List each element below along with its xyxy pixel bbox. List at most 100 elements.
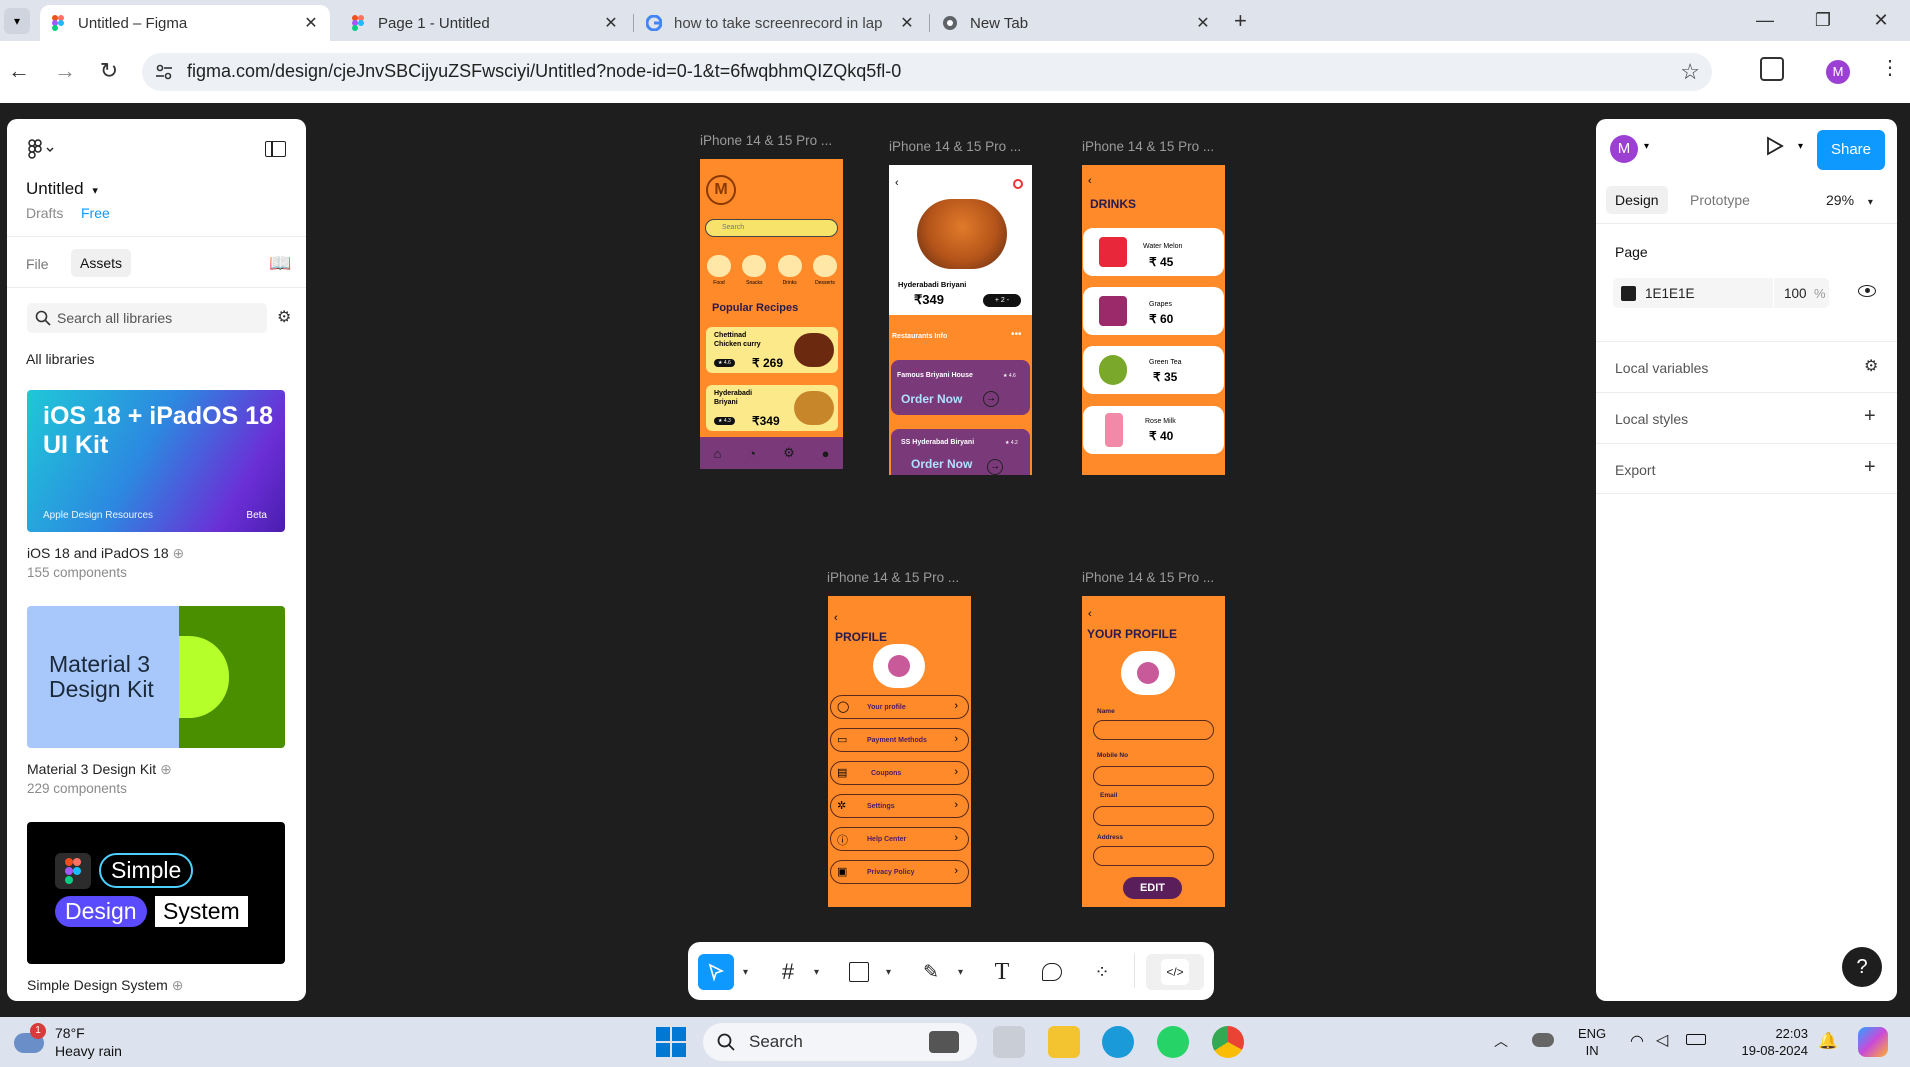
restaurant-card[interactable]: Famous Briyani House ★ 4.6 Order Now → [891,360,1030,415]
library-search[interactable]: Search all libraries [27,303,267,333]
page-color-field[interactable]: 1E1E1E [1613,278,1773,308]
present-button[interactable] [1766,136,1784,156]
reload-icon[interactable]: ↻ [94,56,124,86]
frame-tool[interactable]: # [770,954,806,990]
zoom-select[interactable]: 29% ▾ [1826,192,1873,208]
arrow-right-icon[interactable]: → [983,391,999,407]
menu-item[interactable]: ⓘ Help Center › [830,827,969,851]
filter-icon[interactable]: ⚙ [277,307,291,327]
restaurant-card[interactable]: SS Hyderabad Biryani ★ 4.2 Order Now → [891,429,1030,475]
library-card-simple[interactable]: Simple Design System [27,822,285,964]
chevron-down-icon[interactable]: ▾ [886,967,891,978]
menu-item[interactable]: ◯ Your profile › [830,695,969,719]
chevron-down-icon[interactable]: ▾ [958,967,963,978]
profile-avatar[interactable]: M [1826,60,1850,84]
chevron-down-icon[interactable]: ▾ [814,967,819,978]
edit-button[interactable]: EDIT [1123,877,1182,899]
color-swatch[interactable] [1621,286,1636,301]
resources-tool[interactable]: ⁘ [1084,954,1120,990]
frame-label[interactable]: iPhone 14 & 15 Pro ... [1082,570,1214,585]
drink-card[interactable]: Rose Milk ₹ 40 [1083,406,1224,454]
arrow-right-icon[interactable]: → [987,459,1003,475]
home-icon[interactable]: ⌂ [713,446,721,461]
close-icon[interactable]: ✕ [1194,13,1212,33]
add-icon[interactable]: + [1864,456,1876,479]
frame-profile[interactable]: ‹ PROFILE ◯ Your profile › ▭ Payment Method… [828,596,971,907]
menu-item[interactable]: ▣ Privacy Policy › [830,860,969,884]
frame-your-profile[interactable]: ‹ YOUR PROFILE Name Mobile No Email Addr… [1082,596,1225,907]
edge-icon[interactable] [1102,1026,1134,1058]
library-name[interactable]: iOS 18 and iPadOS 18 ⊕ [27,545,184,562]
library-card-material[interactable]: Material 3 Design Kit [27,606,285,748]
frame-home[interactable]: M Search Food Snacks Drinks Desserts Pop… [700,159,843,469]
extensions-icon[interactable] [1760,57,1784,81]
drink-card[interactable]: Green Tea ₹ 35 [1083,346,1224,394]
name-field[interactable] [1093,720,1214,740]
user-avatar[interactable]: M [1610,135,1638,163]
tab-search-dropdown[interactable]: ▾ [4,8,30,34]
recipe-card[interactable]: Hyderabadi Briyani ★ 4.3 ₹349 [706,385,838,431]
tab-new[interactable]: New Tab ✕ [932,5,1222,41]
frame-label[interactable]: iPhone 14 & 15 Pro ... [1082,139,1214,154]
clock[interactable]: 22:03 19-08-2024 [1738,1025,1809,1059]
explore-icon[interactable]: ◔ [748,446,756,461]
pen-tool[interactable]: ✎ [913,954,949,990]
export-row[interactable]: Export + [1596,443,1897,494]
window-close-icon[interactable]: ✕ [1858,6,1904,34]
close-icon[interactable]: ✕ [602,13,620,33]
notifications-bell-icon[interactable]: 🔔 [1818,1031,1838,1051]
tab-assets[interactable]: Assets [71,249,132,277]
copilot-icon[interactable] [1858,1027,1888,1057]
search-bar[interactable]: Search [705,219,838,237]
weather-widget[interactable]: 1 78°F Heavy rain [12,1023,152,1063]
rectangle-tool[interactable] [841,954,877,990]
search-input[interactable]: Search all libraries [57,310,172,326]
variables-icon[interactable]: ⚙ [1864,356,1878,376]
battery-icon[interactable] [1686,1034,1706,1045]
back-icon[interactable]: ‹ [1088,608,1092,620]
chevron-down-icon[interactable]: ▾ [1798,141,1803,152]
category-item[interactable]: Food [704,255,734,286]
file-explorer-icon[interactable] [1048,1026,1080,1058]
move-tool[interactable] [698,954,734,990]
menu-item[interactable]: ▭ Payment Methods › [830,728,969,752]
help-button[interactable]: ? [1842,947,1882,987]
drink-card[interactable]: Water Melon ₹ 45 [1083,228,1224,276]
back-icon[interactable]: ‹ [834,612,838,624]
recipe-card[interactable]: Chettinad Chicken curry ★ 4.6 ₹ 269 [706,327,838,373]
plan-badge[interactable]: Free [81,205,110,221]
cart-icon[interactable]: ⚙ [783,445,795,461]
chrome-icon[interactable] [1212,1026,1244,1058]
restore-icon[interactable]: ❐ [1800,6,1846,34]
address-bar[interactable]: figma.com/design/cjeJnvSBCijyuZSFwsciyi/… [142,53,1712,91]
back-icon[interactable]: ‹ [1088,175,1092,187]
email-field[interactable] [1093,806,1214,826]
category-item[interactable]: Snacks [739,255,769,286]
tab-google[interactable]: how to take screenrecord in lap ✕ [636,5,926,41]
local-styles-row[interactable]: Local styles + [1596,392,1897,443]
menu-icon[interactable]: ⋮ [1880,55,1900,80]
frame-detail[interactable]: ‹ Hyderabadi Briyani ₹349 + 2 - Restaura… [889,165,1032,475]
task-view-icon[interactable] [993,1026,1025,1058]
minimize-icon[interactable]: — [1742,6,1788,34]
user-icon[interactable]: ● [822,446,830,461]
local-variables-row[interactable]: Local variables ⚙ [1596,341,1897,392]
taskbar-search[interactable]: Search [703,1023,977,1061]
category-item[interactable]: Drinks [775,255,805,286]
library-card-ios[interactable]: iOS 18 + iPadOS 18 UI Kit Apple Design R… [27,390,285,532]
figma-menu-icon[interactable] [27,139,57,161]
add-icon[interactable]: + [1864,405,1876,428]
volume-icon[interactable]: ◁ [1656,1030,1668,1050]
category-item[interactable]: Desserts [810,255,840,286]
quantity-stepper[interactable]: + 2 - [983,294,1021,307]
onedrive-icon[interactable] [1532,1033,1554,1047]
comment-tool[interactable] [1034,954,1070,990]
frame-drinks[interactable]: ‹ DRINKS Water Melon ₹ 45 Grapes ₹ 60 Gr… [1082,165,1225,475]
visibility-eye-icon[interactable] [1858,285,1876,297]
file-title[interactable]: Untitled ▾ [26,179,98,199]
favorite-icon[interactable] [1013,179,1023,189]
whatsapp-icon[interactable] [1157,1026,1189,1058]
tab-page1[interactable]: Page 1 - Untitled ✕ [340,5,630,41]
chevron-down-icon[interactable]: ▾ [1644,141,1649,152]
new-tab-button[interactable]: + [1234,8,1247,34]
